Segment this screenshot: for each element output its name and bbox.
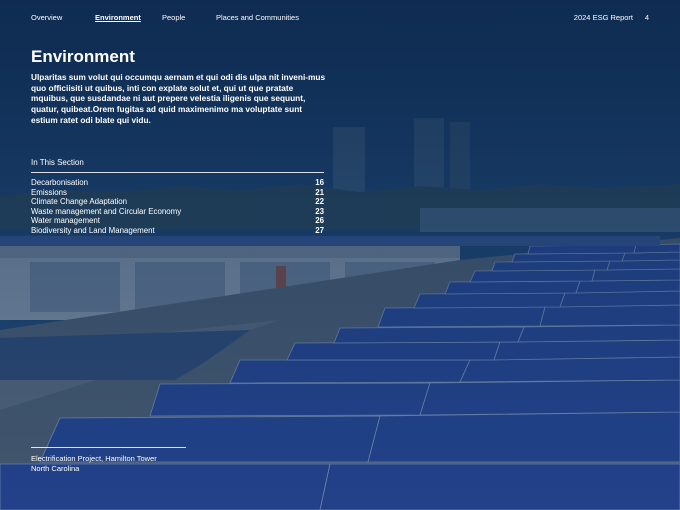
toc-item-page: 22 [315, 197, 324, 206]
toc-item-waste-management[interactable]: Waste management and Circular Economy 23 [31, 207, 324, 217]
photo-caption: Electrification Project, Hamilton Tower … [31, 454, 157, 473]
nav-environment[interactable]: Environment [95, 13, 141, 22]
toc-item-water-management[interactable]: Water management 26 [31, 216, 324, 226]
toc-item-climate-change-adaptation[interactable]: Climate Change Adaptation 22 [31, 197, 324, 207]
toc-item-label: Emissions [31, 187, 67, 197]
intro-paragraph: Ulparitas sum volut qui occumqu aernam e… [31, 72, 326, 125]
toc-item-label: Biodiversity and Land Management [31, 225, 155, 235]
nav-places-and-communities[interactable]: Places and Communities [216, 13, 299, 22]
top-nav: Overview Environment People Places and C… [31, 13, 649, 27]
toc-item-label: Climate Change Adaptation [31, 197, 128, 206]
toc-item-decarbonisation[interactable]: Decarbonisation 16 [31, 178, 324, 188]
caption-project: Electrification Project, Hamilton Tower [31, 454, 157, 463]
nav-people[interactable]: People [162, 13, 185, 22]
toc-item-label: Waste management and Circular Economy [31, 206, 182, 216]
caption-location: North Carolina [31, 463, 80, 473]
section-heading: In This Section [31, 158, 84, 167]
toc-item-page: 26 [315, 216, 324, 225]
toc-item-label: Decarbonisation [31, 178, 89, 187]
nav-overview[interactable]: Overview [31, 13, 62, 22]
toc-item-page: 16 [315, 178, 324, 187]
toc-item-label: Water management [31, 216, 101, 225]
toc-item-page: 21 [315, 187, 324, 197]
report-label: 2024 ESG Report [573, 13, 633, 22]
caption-divider [31, 447, 186, 448]
page-title: Environment [31, 47, 135, 66]
toc-item-page: 23 [315, 206, 324, 216]
section-divider [31, 172, 324, 173]
toc-item-page: 27 [315, 225, 324, 235]
toc-item-biodiversity[interactable]: Biodiversity and Land Management 27 [31, 226, 324, 236]
section-contents-list: Decarbonisation 16 Emissions 21 Climate … [31, 178, 324, 235]
page-number: 4 [644, 13, 649, 22]
toc-item-emissions[interactable]: Emissions 21 [31, 188, 324, 198]
report-page: Overview Environment People Places and C… [0, 0, 680, 510]
